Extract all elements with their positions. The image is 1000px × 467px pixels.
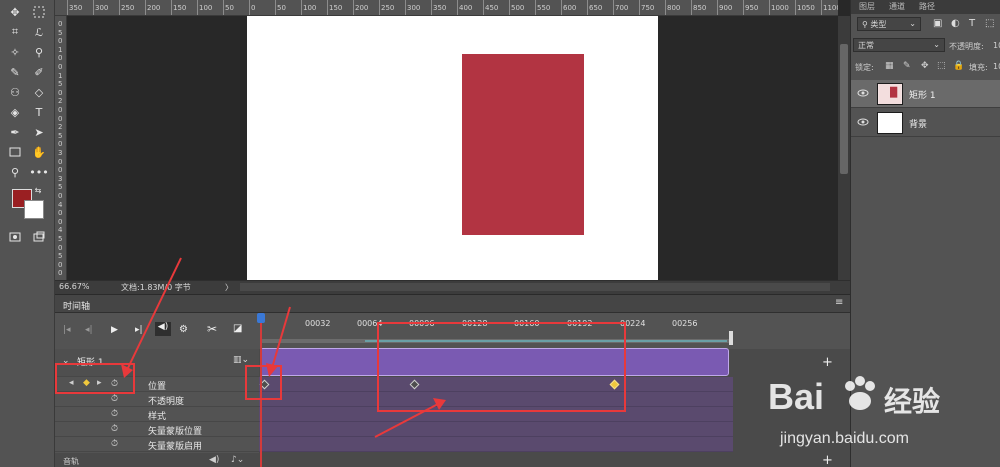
baidu-watermark: Bai 经验 jingyan.baidu.com [760,360,1000,467]
watermark-brand-cn: 经验 [884,385,941,418]
watermark-url: jingyan.baidu.com [780,430,909,447]
paw-logo-icon [845,376,875,410]
watermark-brand: Bai [768,376,825,417]
